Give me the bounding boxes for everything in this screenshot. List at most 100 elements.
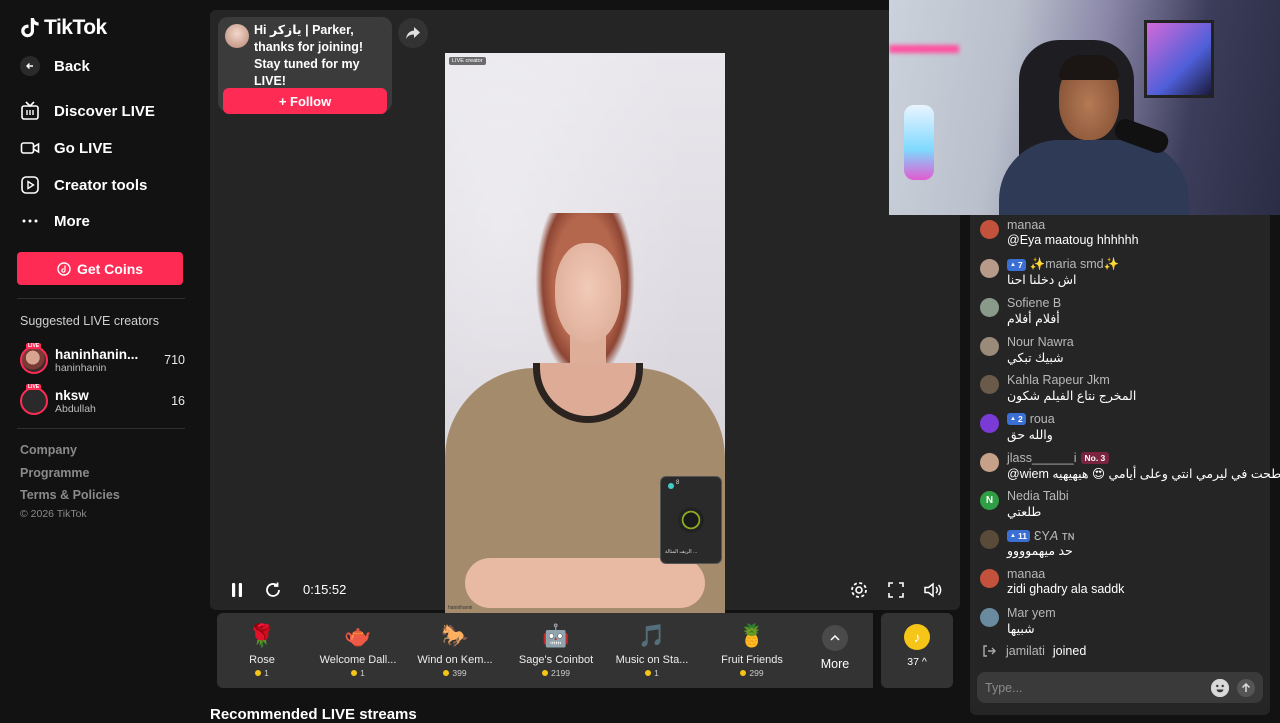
volume-icon [924, 582, 942, 598]
avatar[interactable] [980, 259, 999, 278]
avatar[interactable] [980, 569, 999, 588]
more-gifts-button[interactable]: More [800, 613, 870, 688]
gift-price: 1 [654, 668, 659, 678]
ellipsis-icon [20, 211, 40, 231]
settings-button[interactable] [849, 580, 869, 600]
live-dot-icon [668, 483, 674, 489]
chat-message-text: حد ميهموووو [1007, 544, 1073, 558]
nav-more[interactable]: More [20, 211, 90, 231]
chat-message-text: @wiem طحت في ليرمي انتي وعلى أيامي 😍 هيه… [1007, 467, 1280, 481]
chat-message-text: طلعتي [1007, 505, 1042, 519]
avatar[interactable] [980, 220, 999, 239]
back-label: Back [54, 57, 90, 75]
emoji-button[interactable] [1211, 678, 1229, 697]
divider [17, 428, 185, 429]
chat-username[interactable]: Sofiene B [1007, 296, 1061, 310]
host-avatar [225, 24, 249, 48]
suggested-creator[interactable]: LIVE haninhanin... haninhanin 710 [20, 343, 185, 377]
footer-terms-link[interactable]: Terms & Policies [20, 488, 120, 502]
gift-price: 1 [264, 668, 269, 678]
robot-icon: 🤖 [542, 623, 570, 648]
footer-company-link[interactable]: Company [20, 443, 77, 457]
footer-programme-link[interactable]: Programme [20, 466, 89, 480]
avatar[interactable] [980, 337, 999, 356]
back-button[interactable]: Back [20, 56, 90, 76]
chat-message-text: المخرج نتاع الفيلم شكون [1007, 389, 1137, 403]
chat-username[interactable]: Nedia Talbi [1007, 489, 1069, 503]
chat-username[interactable]: Mar yem [1007, 606, 1056, 620]
gift-name: Music on Sta... [615, 654, 689, 666]
chat-username[interactable]: ƐY𝘈 ᴛɴ [1034, 528, 1075, 543]
coin-balance: 37 ^ [907, 656, 927, 668]
level-up-icon: ▲ [1010, 532, 1016, 539]
get-coins-button[interactable]: Get Coins [17, 252, 183, 285]
fullscreen-button[interactable] [886, 580, 906, 600]
gift-item[interactable]: 🫖 Welcome Dall... 1 [313, 613, 403, 688]
send-button[interactable] [1237, 678, 1255, 697]
join-icon [980, 642, 998, 660]
gift-price: 1 [360, 668, 365, 678]
coin-icon [351, 670, 358, 676]
chat-username[interactable]: Kahla Rapeur Jkm [1007, 373, 1110, 387]
chat-message-text: أفلام أفلام [1007, 312, 1060, 326]
tiktok-logo-text: TikTok [44, 16, 107, 39]
chat-username[interactable]: manaa [1007, 218, 1045, 232]
chevron-up-icon [822, 625, 848, 651]
gift-name: Welcome Dall... [319, 654, 397, 666]
avatar[interactable] [980, 530, 999, 549]
gift-item[interactable]: 🍍 Fruit Friends 299 [707, 613, 797, 688]
avatar[interactable] [980, 298, 999, 317]
fullscreen-icon [888, 582, 904, 598]
suggested-creators-title: Suggested LIVE creators [20, 314, 159, 328]
nav-discover-live[interactable]: Discover LIVE [20, 101, 155, 121]
nav-go-live[interactable]: Go LIVE [20, 138, 112, 158]
gift-item[interactable]: 🌹 Rose 1 [217, 613, 307, 688]
pip-live-card[interactable]: 8 الريف المثالة ... [660, 476, 722, 564]
level-up-icon: ▲ [1010, 416, 1016, 422]
music-icon: 🎵 [638, 623, 666, 648]
avatar[interactable] [980, 608, 999, 627]
gift-item[interactable]: 🤖 Sage's Coinbot 2199 [511, 613, 601, 688]
volume-button[interactable] [923, 580, 943, 600]
pip-label: الريف المثالة ... [665, 549, 698, 555]
pineapple-icon: 🍍 [738, 623, 766, 648]
refresh-button[interactable] [263, 580, 283, 600]
level-number: 2 [1017, 414, 1023, 424]
avatar[interactable]: N [980, 491, 999, 510]
refresh-icon [266, 582, 280, 597]
viewer-count: 16 [171, 394, 185, 408]
chat-username[interactable]: roua [1030, 412, 1055, 426]
nav-creator-tools[interactable]: Creator tools [20, 175, 147, 195]
pause-button[interactable] [227, 580, 247, 600]
gift-item[interactable]: 🐎 Wind on Kem... 399 [410, 613, 500, 688]
coin-icon [542, 670, 549, 676]
avatar[interactable] [980, 453, 999, 472]
tiktok-logo-icon [21, 18, 39, 38]
joined-user: jamilati [1006, 644, 1045, 658]
chat-username[interactable]: Nour Nawra [1007, 335, 1074, 349]
chat-username[interactable]: jlass______i [1007, 451, 1077, 465]
gift-price: 399 [452, 668, 467, 678]
coin-icon [443, 670, 450, 676]
creator-tools-icon [20, 175, 40, 195]
tiktok-logo[interactable]: TikTok [20, 16, 107, 40]
avatar[interactable] [980, 414, 999, 433]
coin-balance-button[interactable]: ♪ 37 ^ [881, 613, 953, 688]
chat-input[interactable] [985, 680, 1203, 695]
avatar[interactable] [980, 375, 999, 394]
nav-label: More [54, 212, 90, 230]
rose-icon: 🌹 [248, 623, 276, 648]
avatar: LIVE [20, 343, 48, 374]
elapsed-time: 0:15:52 [303, 582, 347, 597]
chat-username[interactable]: ✨maria smd✨ [1030, 257, 1119, 272]
gift-item[interactable]: 🎵 Music on Sta... 1 [607, 613, 697, 688]
share-button[interactable] [398, 18, 428, 48]
gift-name: Wind on Kem... [417, 654, 493, 666]
avatar: LIVE [20, 384, 48, 415]
coin-icon [740, 670, 747, 676]
suggested-creator[interactable]: LIVE nksw Abdullah 16 [20, 384, 185, 418]
follow-button[interactable]: + Follow [223, 88, 387, 114]
welcome-card: Hi يازكر | Parker, thanks for joining! S… [218, 17, 392, 114]
chat-username[interactable]: manaa [1007, 567, 1045, 581]
get-coins-label: Get Coins [76, 260, 144, 277]
